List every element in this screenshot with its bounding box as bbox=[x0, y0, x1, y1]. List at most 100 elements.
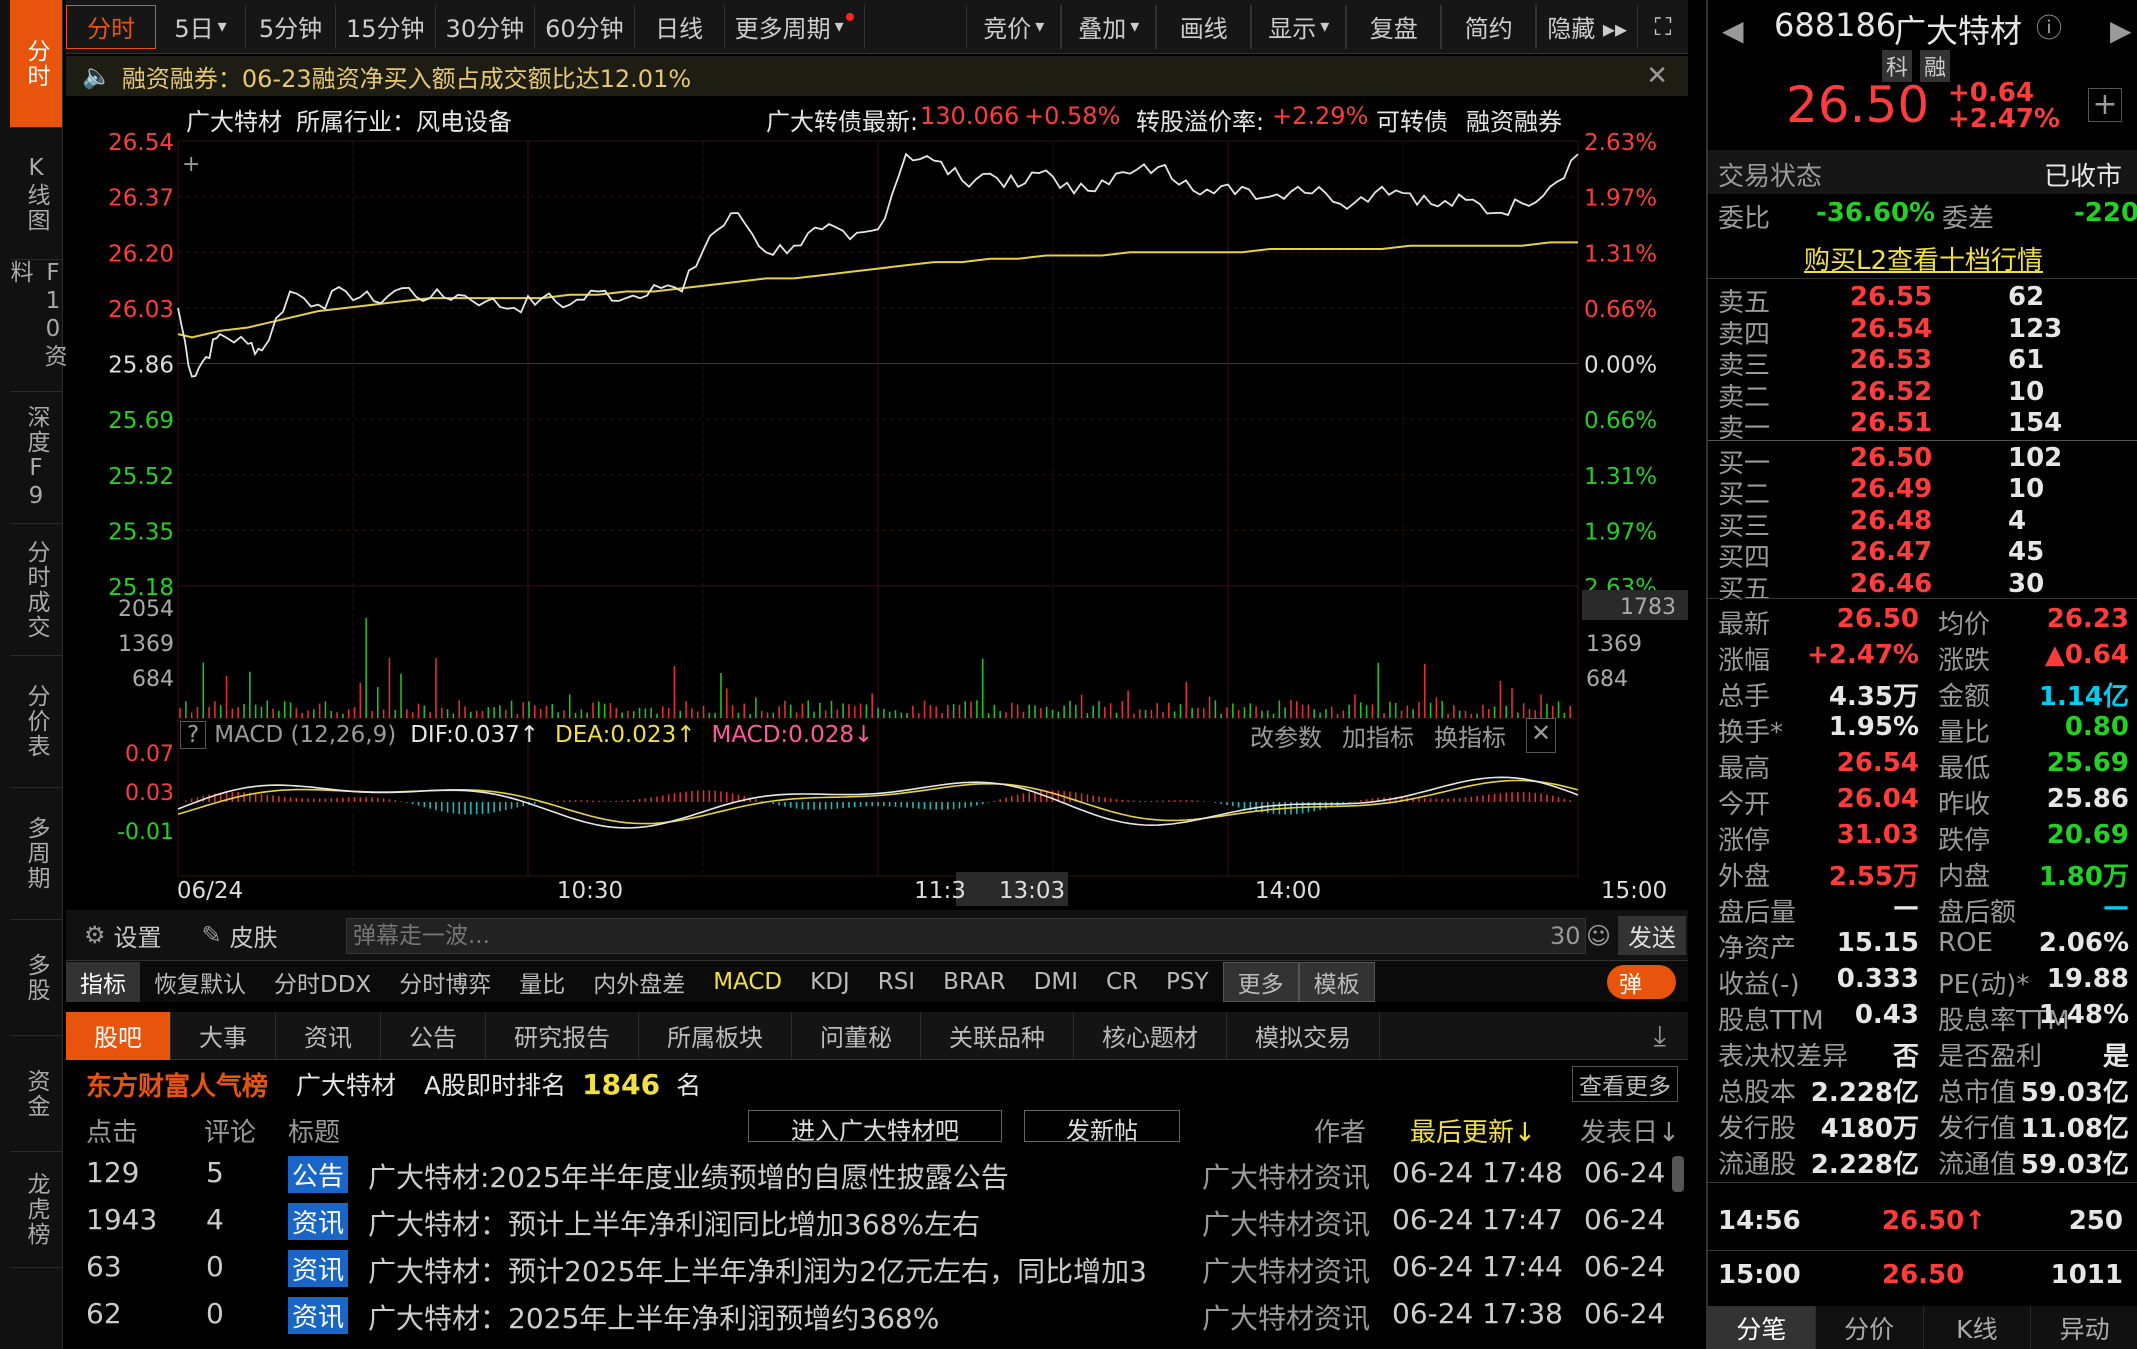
detail-tab-2[interactable]: K线 bbox=[1924, 1306, 2032, 1349]
danmu-input[interactable] bbox=[346, 918, 1586, 954]
indicator-tab-8[interactable]: RSI bbox=[864, 962, 929, 1002]
skin-button[interactable]: 皮肤 bbox=[230, 918, 278, 953]
macd-name[interactable]: MACD (12,26,9) bbox=[214, 722, 396, 748]
sidebar-item-3[interactable]: 深度F9 bbox=[10, 392, 62, 524]
fullscreen-icon[interactable]: ⛶ bbox=[1638, 5, 1688, 49]
indicator-tab-5[interactable]: 内外盘差 bbox=[579, 962, 699, 1002]
row-title[interactable]: 广大特材：2025年上半年净利润预增约368% bbox=[368, 1297, 939, 1337]
row-title[interactable]: 广大特材：预计上半年净利润同比增加368%左右 bbox=[368, 1203, 980, 1243]
period-tab-5[interactable]: 60分钟 bbox=[535, 4, 635, 49]
change-params-button[interactable]: 改参数 bbox=[1250, 718, 1322, 753]
smile-icon[interactable]: ☺ bbox=[1586, 922, 1611, 950]
detail-tab-3[interactable]: 异动 bbox=[2031, 1306, 2137, 1349]
book-price[interactable]: 26.50 bbox=[1850, 443, 1932, 473]
indicator-tab-13[interactable]: 更多 bbox=[1222, 961, 1299, 1002]
prev-stock-icon[interactable]: ◀ bbox=[1722, 14, 1744, 47]
book-price[interactable]: 26.49 bbox=[1850, 474, 1932, 504]
skin-icon[interactable]: ✎ bbox=[202, 921, 222, 949]
sidebar-item-6[interactable]: 多周期 bbox=[10, 788, 62, 920]
info-tab-0[interactable]: 股吧 bbox=[66, 1011, 171, 1060]
book-price[interactable]: 26.51 bbox=[1850, 408, 1932, 438]
info-tab-2[interactable]: 资讯 bbox=[276, 1011, 381, 1060]
book-price[interactable]: 26.47 bbox=[1850, 537, 1932, 567]
period-tab-2[interactable]: 5分钟 bbox=[246, 4, 336, 49]
settings-button[interactable]: 设置 bbox=[114, 918, 162, 953]
book-price[interactable]: 26.46 bbox=[1850, 569, 1932, 599]
col-clicks[interactable]: 点击 bbox=[86, 1112, 138, 1149]
period-tab-4[interactable]: 30分钟 bbox=[436, 4, 536, 49]
news-row[interactable]: 63 0 资讯 广大特材：预计2025年上半年净利润为2亿元左右，同比增加3 广大特材资… bbox=[66, 1244, 1688, 1290]
indicator-tab-3[interactable]: 分时博弈 bbox=[385, 962, 505, 1002]
toolbar-button-2[interactable]: 画线 bbox=[1156, 4, 1252, 49]
indicator-tab-9[interactable]: BRAR bbox=[929, 962, 1020, 1002]
period-tab-0[interactable]: 分时 bbox=[66, 4, 156, 49]
book-price[interactable]: 26.53 bbox=[1850, 345, 1932, 375]
news-row[interactable]: 129 5 公告 广大特材:2025年半年度业绩预增的自愿性披露公告 广大特材资讯 06-… bbox=[66, 1150, 1688, 1196]
add-watchlist-icon[interactable]: + bbox=[2088, 88, 2122, 122]
enter-forum-button[interactable]: 进入广大特材吧 bbox=[748, 1110, 1002, 1145]
intraday-chart[interactable]: 26.54 26.37 26.20 26.03 25.86 25.69 25.52 25.35… bbox=[66, 96, 1688, 906]
period-tab-6[interactable]: 日线 bbox=[635, 4, 725, 49]
row-title[interactable]: 广大特材:2025年半年度业绩预增的自愿性披露公告 bbox=[368, 1156, 1009, 1196]
news-text[interactable]: 融资融券：06-23融资净买入额占成交额比达12.01% bbox=[122, 59, 691, 94]
toolbar-button-1[interactable]: 叠加 ▾ bbox=[1061, 4, 1157, 49]
period-tab-1[interactable]: 5日 ▾ bbox=[156, 4, 246, 49]
sidebar-item-8[interactable]: 资金 bbox=[10, 1036, 62, 1152]
col-updated[interactable]: 最后更新↓ bbox=[1410, 1112, 1536, 1149]
news-row[interactable]: 1943 4 资讯 广大特材：预计上半年净利润同比增加368%左右 广大特材资讯 06-2… bbox=[66, 1197, 1688, 1243]
toolbar-button-3[interactable]: 显示 ▾ bbox=[1251, 4, 1347, 49]
indicator-tab-1[interactable]: 恢复默认 bbox=[140, 962, 260, 1002]
sidebar-item-1[interactable]: K线图 bbox=[10, 128, 62, 260]
sidebar-item-5[interactable]: 分价表 bbox=[10, 656, 62, 788]
new-post-button[interactable]: 发新帖 bbox=[1024, 1110, 1180, 1145]
indicator-tab-6[interactable]: MACD bbox=[699, 962, 796, 1002]
detail-tab-0[interactable]: 分笔 bbox=[1708, 1306, 1816, 1349]
book-price[interactable]: 26.54 bbox=[1850, 314, 1932, 344]
book-price[interactable]: 26.48 bbox=[1850, 506, 1932, 536]
info-tab-8[interactable]: 核心题材 bbox=[1074, 1011, 1227, 1060]
book-price[interactable]: 26.55 bbox=[1850, 282, 1932, 312]
indicator-tab-10[interactable]: DMI bbox=[1020, 962, 1092, 1002]
info-tab-9[interactable]: 模拟交易 bbox=[1227, 1011, 1380, 1060]
info-icon[interactable]: ⓘ bbox=[2036, 8, 2062, 45]
detail-tab-1[interactable]: 分价 bbox=[1816, 1306, 1924, 1349]
sidebar-item-7[interactable]: 多股 bbox=[10, 920, 62, 1036]
sidebar-item-2[interactable]: F10资料 bbox=[6, 260, 66, 392]
send-button[interactable]: 发送 bbox=[1618, 916, 1686, 955]
news-row[interactable]: 62 0 资讯 广大特材：2025年上半年净利润预增约368% 广大特材资讯 06-24 … bbox=[66, 1291, 1688, 1337]
indicator-tab-4[interactable]: 量比 bbox=[505, 962, 579, 1002]
toolbar-button-6[interactable]: 隐藏 ▸▸ bbox=[1536, 4, 1638, 49]
info-tab-6[interactable]: 问董秘 bbox=[792, 1011, 921, 1060]
next-stock-icon[interactable]: ▶ bbox=[2110, 14, 2132, 47]
indicator-tab-2[interactable]: 分时DDX bbox=[260, 962, 385, 1002]
switch-indicator-button[interactable]: 换指标 bbox=[1434, 718, 1506, 753]
sidebar-item-4[interactable]: 分时成交 bbox=[10, 524, 62, 656]
info-tab-1[interactable]: 大事 bbox=[171, 1011, 276, 1060]
indicator-tab-12[interactable]: PSY bbox=[1152, 962, 1223, 1002]
gear-icon[interactable]: ⚙ bbox=[84, 921, 106, 949]
indicator-tab-7[interactable]: KDJ bbox=[796, 962, 864, 1002]
info-tab-3[interactable]: 公告 bbox=[381, 1011, 486, 1060]
indicator-tab-15[interactable]: 弹 bbox=[1607, 964, 1676, 999]
sidebar-item-9[interactable]: 龙虎榜 bbox=[10, 1152, 62, 1268]
col-author[interactable]: 作者 bbox=[1314, 1112, 1366, 1149]
indicator-tab-14[interactable]: 模板 bbox=[1298, 961, 1375, 1002]
download-icon[interactable]: ⤓ bbox=[1654, 1019, 1666, 1053]
info-tab-7[interactable]: 关联品种 bbox=[921, 1011, 1074, 1060]
l2-link[interactable]: 购买L2查看十档行情 bbox=[1804, 240, 2043, 277]
news-ticker[interactable]: 🔈 融资融券：06-23融资净买入额占成交额比达12.01% ✕ bbox=[66, 56, 1688, 96]
period-tab-7[interactable]: 更多周期 ▾ bbox=[725, 4, 865, 49]
period-tab-3[interactable]: 15分钟 bbox=[336, 4, 436, 49]
close-icon[interactable]: ✕ bbox=[1526, 718, 1557, 753]
info-tab-4[interactable]: 研究报告 bbox=[486, 1011, 639, 1060]
close-icon[interactable]: ✕ bbox=[1646, 61, 1668, 91]
book-price[interactable]: 26.52 bbox=[1850, 377, 1932, 407]
view-more-button[interactable]: 查看更多 bbox=[1572, 1066, 1678, 1102]
help-icon[interactable]: ? bbox=[180, 721, 207, 749]
toolbar-button-4[interactable]: 复盘 bbox=[1346, 4, 1442, 49]
indicator-tab-11[interactable]: CR bbox=[1092, 962, 1152, 1002]
add-indicator-button[interactable]: 加指标 bbox=[1342, 718, 1414, 753]
scrollbar[interactable] bbox=[1672, 1156, 1684, 1192]
col-comments[interactable]: 评论 bbox=[204, 1112, 256, 1149]
sidebar-item-0[interactable]: 分时 bbox=[10, 0, 62, 128]
